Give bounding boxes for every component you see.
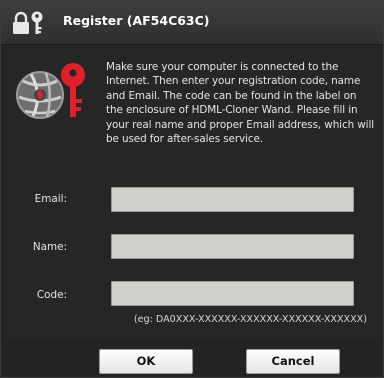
ok-button[interactable]: OK: [99, 349, 193, 374]
name-field[interactable]: [111, 234, 354, 259]
code-field[interactable]: [111, 281, 354, 306]
name-label: Name:: [32, 241, 67, 253]
code-format-hint: (eg: DA0XXX-XXXXXX-XXXXXX-XXXXXX-XXXXXX): [133, 314, 367, 325]
email-field[interactable]: [111, 187, 354, 212]
instructions-text: Make sure your computer is connected to …: [106, 61, 375, 146]
code-label: Code:: [36, 289, 67, 301]
cancel-button[interactable]: Cancel: [246, 349, 340, 374]
button-bar: OK Cancel: [1, 339, 383, 377]
title-bar[interactable]: Register (AF54C63C): [1, 1, 383, 45]
register-dialog: Register (AF54C63C) Make sure your compu…: [0, 0, 384, 378]
email-label: Email:: [34, 193, 67, 205]
key-globe-icon: [16, 63, 85, 119]
window-title: Register (AF54C63C): [63, 13, 210, 28]
dialog-body: Make sure your computer is connected to …: [5, 45, 380, 339]
lock-key-icon: [13, 11, 43, 34]
